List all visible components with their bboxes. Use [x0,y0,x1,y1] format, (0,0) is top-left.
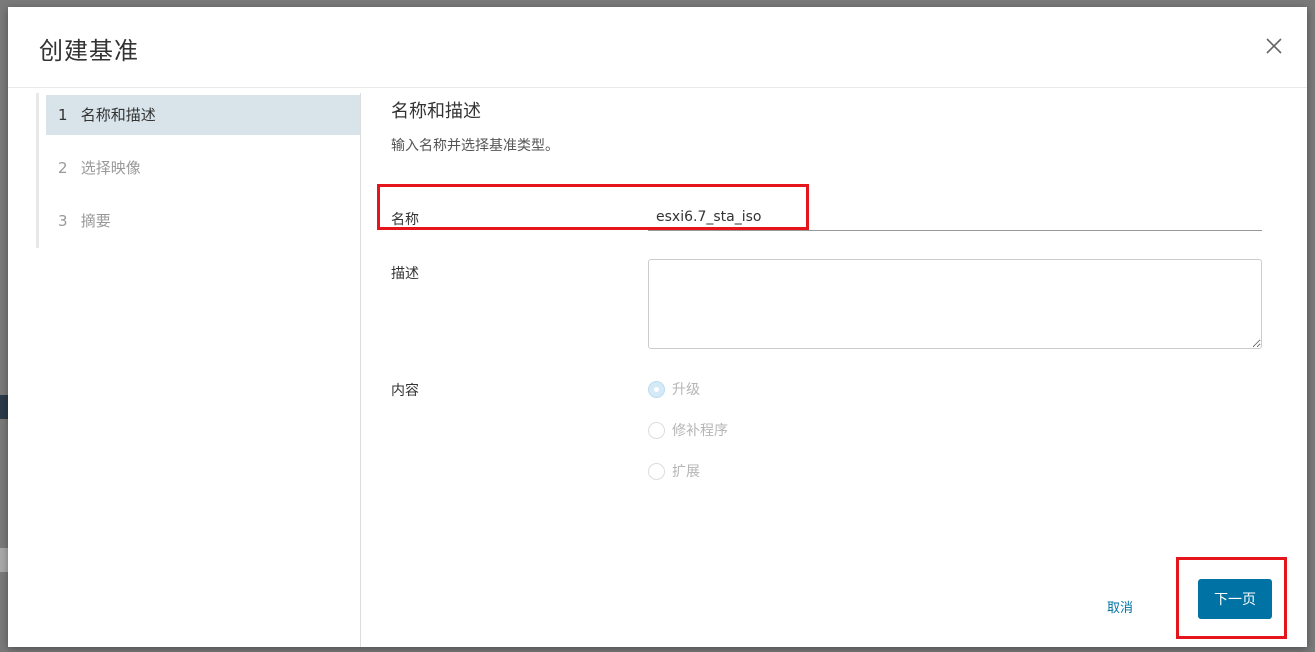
background-strip [0,548,8,572]
close-icon [1266,38,1282,54]
radio-label: 扩展 [672,464,700,480]
description-textarea[interactable] [648,259,1262,349]
name-label: 名称 [391,212,419,228]
radio-label: 修补程序 [672,423,728,439]
stepper-rail [36,93,39,248]
radio-checked-icon [648,380,665,398]
step-name-and-description[interactable]: 1 名称和描述 [46,95,360,135]
step-label: 名称和描述 [80,106,156,124]
radio-label: 升级 [672,382,700,398]
step-number: 1 [58,106,68,124]
step-number: 3 [58,212,68,230]
radio-patch[interactable]: 修补程序 [648,420,728,440]
name-input[interactable] [648,203,1262,231]
dialog-title: 创建基准 [39,37,139,65]
radio-upgrade[interactable]: 升级 [648,379,700,399]
radio-unchecked-icon [648,462,665,480]
background-strip [0,395,8,419]
step-select-image[interactable]: 2 选择映像 [46,148,360,188]
create-baseline-dialog: 创建基准 1 名称和描述 2 选择映像 3 摘要 名称和描述 输入名称并选择基准… [8,7,1307,647]
step-label: 摘要 [80,212,111,230]
header-divider [8,87,1307,88]
radio-extension[interactable]: 扩展 [648,461,700,481]
close-button[interactable] [1263,35,1285,57]
section-description: 输入名称并选择基准类型。 [391,138,559,154]
step-summary[interactable]: 3 摘要 [46,201,360,241]
content-label: 内容 [391,383,419,399]
description-label: 描述 [391,266,419,282]
wizard-content: 名称和描述 输入名称并选择基准类型。 名称 描述 内容 升级 修补程序 扩展 [391,93,1271,613]
cancel-button[interactable]: 取消 [1095,591,1145,621]
wizard-stepper: 1 名称和描述 2 选择映像 3 摘要 [36,93,361,647]
next-page-button[interactable]: 下一页 [1198,579,1272,619]
radio-unchecked-icon [648,421,665,439]
section-title: 名称和描述 [391,101,481,122]
step-number: 2 [58,159,68,177]
step-label: 选择映像 [80,159,141,177]
